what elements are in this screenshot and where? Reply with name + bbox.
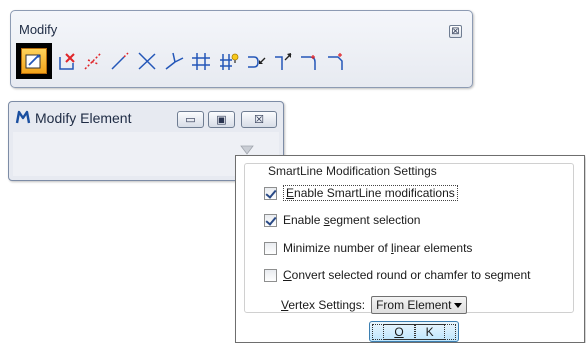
enable-segment-selection-checkbox[interactable]: [264, 213, 277, 227]
extend-element-to-intersection-icon: [138, 52, 156, 70]
tool-extend-to-intersection[interactable]: [108, 47, 132, 75]
toolbox-title: Modify: [19, 22, 58, 37]
restore-icon: ▣: [216, 114, 227, 126]
tool-modify-element[interactable]: [16, 43, 52, 79]
trim-multiple-icon: [192, 53, 211, 70]
ok-label: OK: [372, 323, 456, 340]
option-label: Enable SmartLine modifications: [283, 185, 458, 201]
tool-trim-to-element[interactable]: [162, 47, 186, 75]
tool-extend-element-to-intersection[interactable]: [135, 47, 159, 75]
delete-vertex-icon: [274, 53, 292, 70]
enable-smartline-modifications-option[interactable]: Enable SmartLine modifications: [264, 185, 458, 201]
tool-trim-multiple[interactable]: [189, 47, 213, 75]
minimize-button[interactable]: ▭: [177, 111, 204, 128]
option-label: Enable segment selection: [283, 213, 421, 227]
intellitrim-icon: [219, 53, 238, 70]
toolbox-tools: [16, 42, 352, 80]
dialog-titlebar[interactable]: Modify Element ▭ ▣ ☒: [9, 102, 283, 132]
tool-chamfer[interactable]: [325, 47, 349, 75]
delete-part-of-element-icon: [59, 53, 75, 70]
construct-chamfer-icon: [327, 53, 343, 70]
close-button[interactable]: ☒: [241, 111, 277, 128]
toolbox-close-button[interactable]: ⊠: [449, 25, 462, 38]
insert-vertex-icon: [247, 56, 266, 68]
smartline-settings-popup: SmartLine Modification Settings Enable S…: [235, 155, 585, 343]
vertex-settings-value: From Element: [376, 298, 452, 312]
tool-intellitrim[interactable]: [217, 47, 241, 75]
dialog-title: Modify Element: [35, 110, 132, 126]
option-label: Convert selected round or chamfer to seg…: [283, 268, 531, 282]
ok-button[interactable]: OK: [369, 321, 459, 342]
construct-circular-fillet-icon: [300, 55, 316, 70]
tool-insert-vertex[interactable]: [244, 47, 268, 75]
modify-element-tool-icon: [25, 54, 41, 69]
option-label: Minimize number of linear elements: [283, 241, 473, 255]
tool-delete-part[interactable]: [54, 47, 78, 75]
convert-round-chamfer-checkbox[interactable]: [264, 268, 277, 282]
dropdown-arrow-icon: [454, 303, 463, 308]
tool-extend-line[interactable]: [81, 47, 105, 75]
enable-smartline-modifications-checkbox[interactable]: [264, 186, 277, 200]
modify-toolbox: Modify ⊠: [10, 10, 473, 88]
minimize-linear-elements-checkbox[interactable]: [264, 241, 277, 255]
vertex-settings-label: Vertex Settings:: [281, 298, 366, 312]
trim-to-element-icon: [165, 52, 184, 70]
tool-circular-fillet[interactable]: [298, 47, 322, 75]
vertex-settings-dropdown[interactable]: From Element: [371, 296, 468, 314]
minimize-icon: ▭: [185, 114, 196, 126]
convert-round-chamfer-option[interactable]: Convert selected round or chamfer to seg…: [264, 268, 530, 282]
extend-elements-to-intersection-icon: [111, 52, 129, 70]
group-label: SmartLine Modification Settings: [265, 164, 440, 178]
enable-segment-selection-option[interactable]: Enable segment selection: [264, 213, 420, 227]
close-icon: ☒: [254, 114, 264, 126]
minimize-linear-elements-option[interactable]: Minimize number of linear elements: [264, 241, 472, 255]
extend-line-icon: [84, 52, 102, 70]
tool-delete-vertex[interactable]: [271, 47, 295, 75]
vertex-settings-row: Vertex Settings: From Element: [281, 296, 468, 314]
smartline-settings-group: SmartLine Modification Settings Enable S…: [244, 163, 574, 314]
restore-button[interactable]: ▣: [208, 111, 235, 128]
microstation-logo-icon: [15, 110, 31, 124]
